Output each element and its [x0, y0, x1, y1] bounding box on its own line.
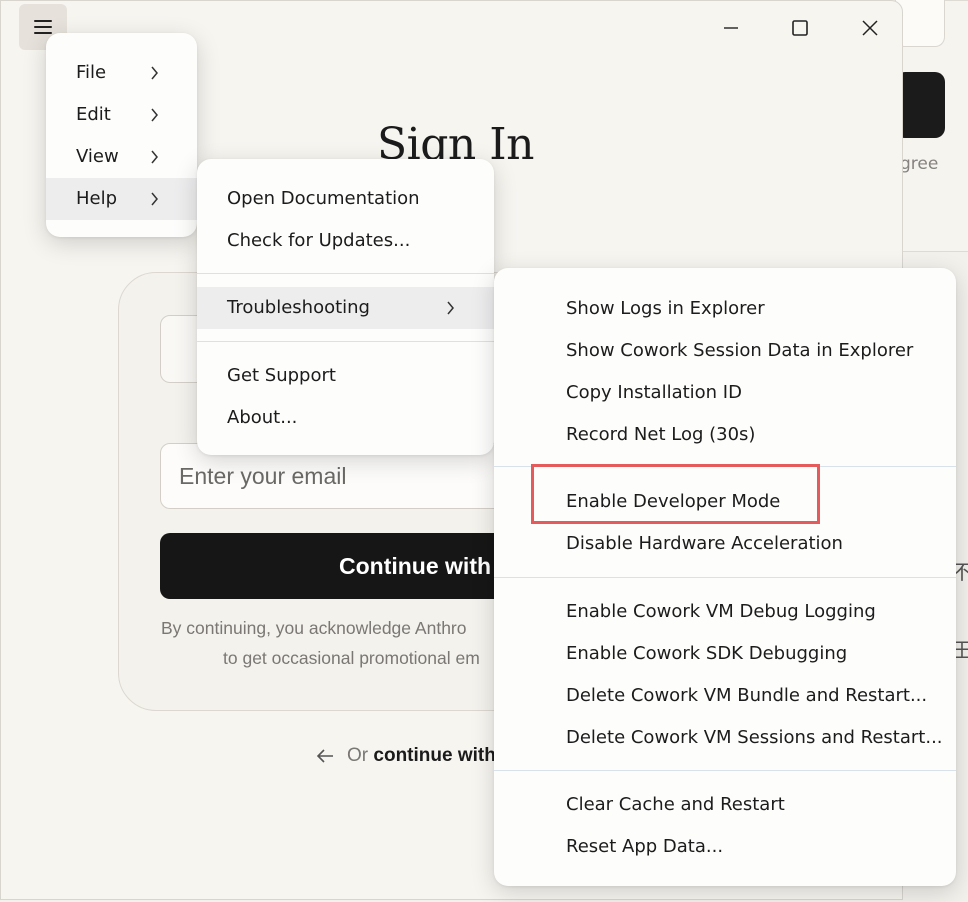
menu-item-edit[interactable]: Edit: [46, 94, 197, 136]
menu-item-show-logs[interactable]: Show Logs in Explorer: [494, 288, 956, 330]
menu-item-label: Check for Updates...: [227, 230, 411, 251]
alternate-login-link[interactable]: Or continue with: [315, 745, 496, 767]
menu-item-label: Troubleshooting: [227, 297, 370, 318]
close-icon: [862, 20, 878, 36]
menu-item-label: Get Support: [227, 365, 336, 386]
maximize-icon: [792, 20, 808, 36]
menu-item-label: File: [76, 62, 107, 83]
menu-item-label: Help: [76, 188, 118, 209]
menu-item-label: Clear Cache and Restart: [566, 794, 785, 815]
menu-separator: [197, 341, 494, 342]
menu-item-reset-app-data[interactable]: Reset App Data...: [494, 826, 956, 868]
menu-item-delete-vm-sessions[interactable]: Delete Cowork VM Sessions and Restart...: [494, 717, 956, 759]
chevron-right-icon: [151, 192, 158, 206]
menu-item-label: Copy Installation ID: [566, 382, 742, 403]
menu-item-label: Record Net Log (30s): [566, 424, 756, 445]
disclaimer-text: By continuing, you acknowledge Anthro to…: [161, 613, 501, 673]
help-submenu: Open Documentation Check for Updates... …: [197, 159, 494, 455]
menu-item-label: Open Documentation: [227, 188, 420, 209]
arrow-left-icon: [316, 749, 333, 763]
menu-item-record-net-log[interactable]: Record Net Log (30s): [494, 414, 956, 456]
menu-item-get-support[interactable]: Get Support: [197, 355, 494, 397]
menu-item-label: Enable Cowork SDK Debugging: [566, 643, 848, 664]
alt-prefix: Or: [347, 745, 369, 766]
main-menu: File Edit View Help: [46, 33, 197, 237]
chevron-right-icon: [447, 301, 454, 315]
annotation-highlight-box: [531, 464, 820, 524]
chevron-right-icon: [151, 108, 158, 122]
menu-item-enable-sdk-debugging[interactable]: Enable Cowork SDK Debugging: [494, 633, 956, 675]
minimize-button[interactable]: [713, 10, 749, 46]
menu-item-view[interactable]: View: [46, 136, 197, 178]
alt-link-label: continue with: [373, 745, 496, 766]
menu-separator: [494, 577, 956, 578]
menu-item-label: Edit: [76, 104, 111, 125]
disclaimer-line-2: to get occasional promotional em: [223, 648, 480, 668]
maximize-button[interactable]: [782, 10, 818, 46]
menu-item-disable-hardware-acceleration[interactable]: Disable Hardware Acceleration: [494, 523, 956, 565]
menu-item-enable-vm-debug-logging[interactable]: Enable Cowork VM Debug Logging: [494, 591, 956, 633]
disclaimer-line-1: By continuing, you acknowledge Anthro: [161, 618, 467, 638]
menu-item-label: Delete Cowork VM Sessions and Restart...: [566, 727, 943, 748]
menu-item-label: Show Cowork Session Data in Explorer: [566, 340, 914, 361]
hamburger-icon: [34, 20, 52, 34]
troubleshooting-submenu: Show Logs in Explorer Show Cowork Sessio…: [494, 268, 956, 886]
menu-item-help[interactable]: Help: [46, 178, 197, 220]
menu-item-copy-installation-id[interactable]: Copy Installation ID: [494, 372, 956, 414]
menu-item-check-updates[interactable]: Check for Updates...: [197, 220, 494, 262]
menu-item-label: Show Logs in Explorer: [566, 298, 765, 319]
menu-item-label: Enable Cowork VM Debug Logging: [566, 601, 876, 622]
background-agree-text: gree: [900, 154, 939, 174]
menu-item-about[interactable]: About...: [197, 397, 494, 439]
menu-item-open-documentation[interactable]: Open Documentation: [197, 178, 494, 220]
menu-item-file[interactable]: File: [46, 52, 197, 94]
minimize-icon: [724, 27, 738, 29]
chevron-right-icon: [151, 150, 158, 164]
menu-item-troubleshooting[interactable]: Troubleshooting: [197, 287, 494, 329]
menu-item-label: About...: [227, 407, 298, 428]
menu-item-delete-vm-bundle[interactable]: Delete Cowork VM Bundle and Restart...: [494, 675, 956, 717]
menu-separator: [197, 273, 494, 274]
menu-item-label: Disable Hardware Acceleration: [566, 533, 843, 554]
menu-item-label: View: [76, 146, 119, 167]
menu-item-label: Reset App Data...: [566, 836, 724, 857]
menu-item-label: Delete Cowork VM Bundle and Restart...: [566, 685, 928, 706]
menu-item-show-cowork-session-data[interactable]: Show Cowork Session Data in Explorer: [494, 330, 956, 372]
menu-item-clear-cache[interactable]: Clear Cache and Restart: [494, 784, 956, 826]
chevron-right-icon: [151, 66, 158, 80]
close-button[interactable]: [852, 10, 888, 46]
menu-separator: [494, 770, 956, 771]
